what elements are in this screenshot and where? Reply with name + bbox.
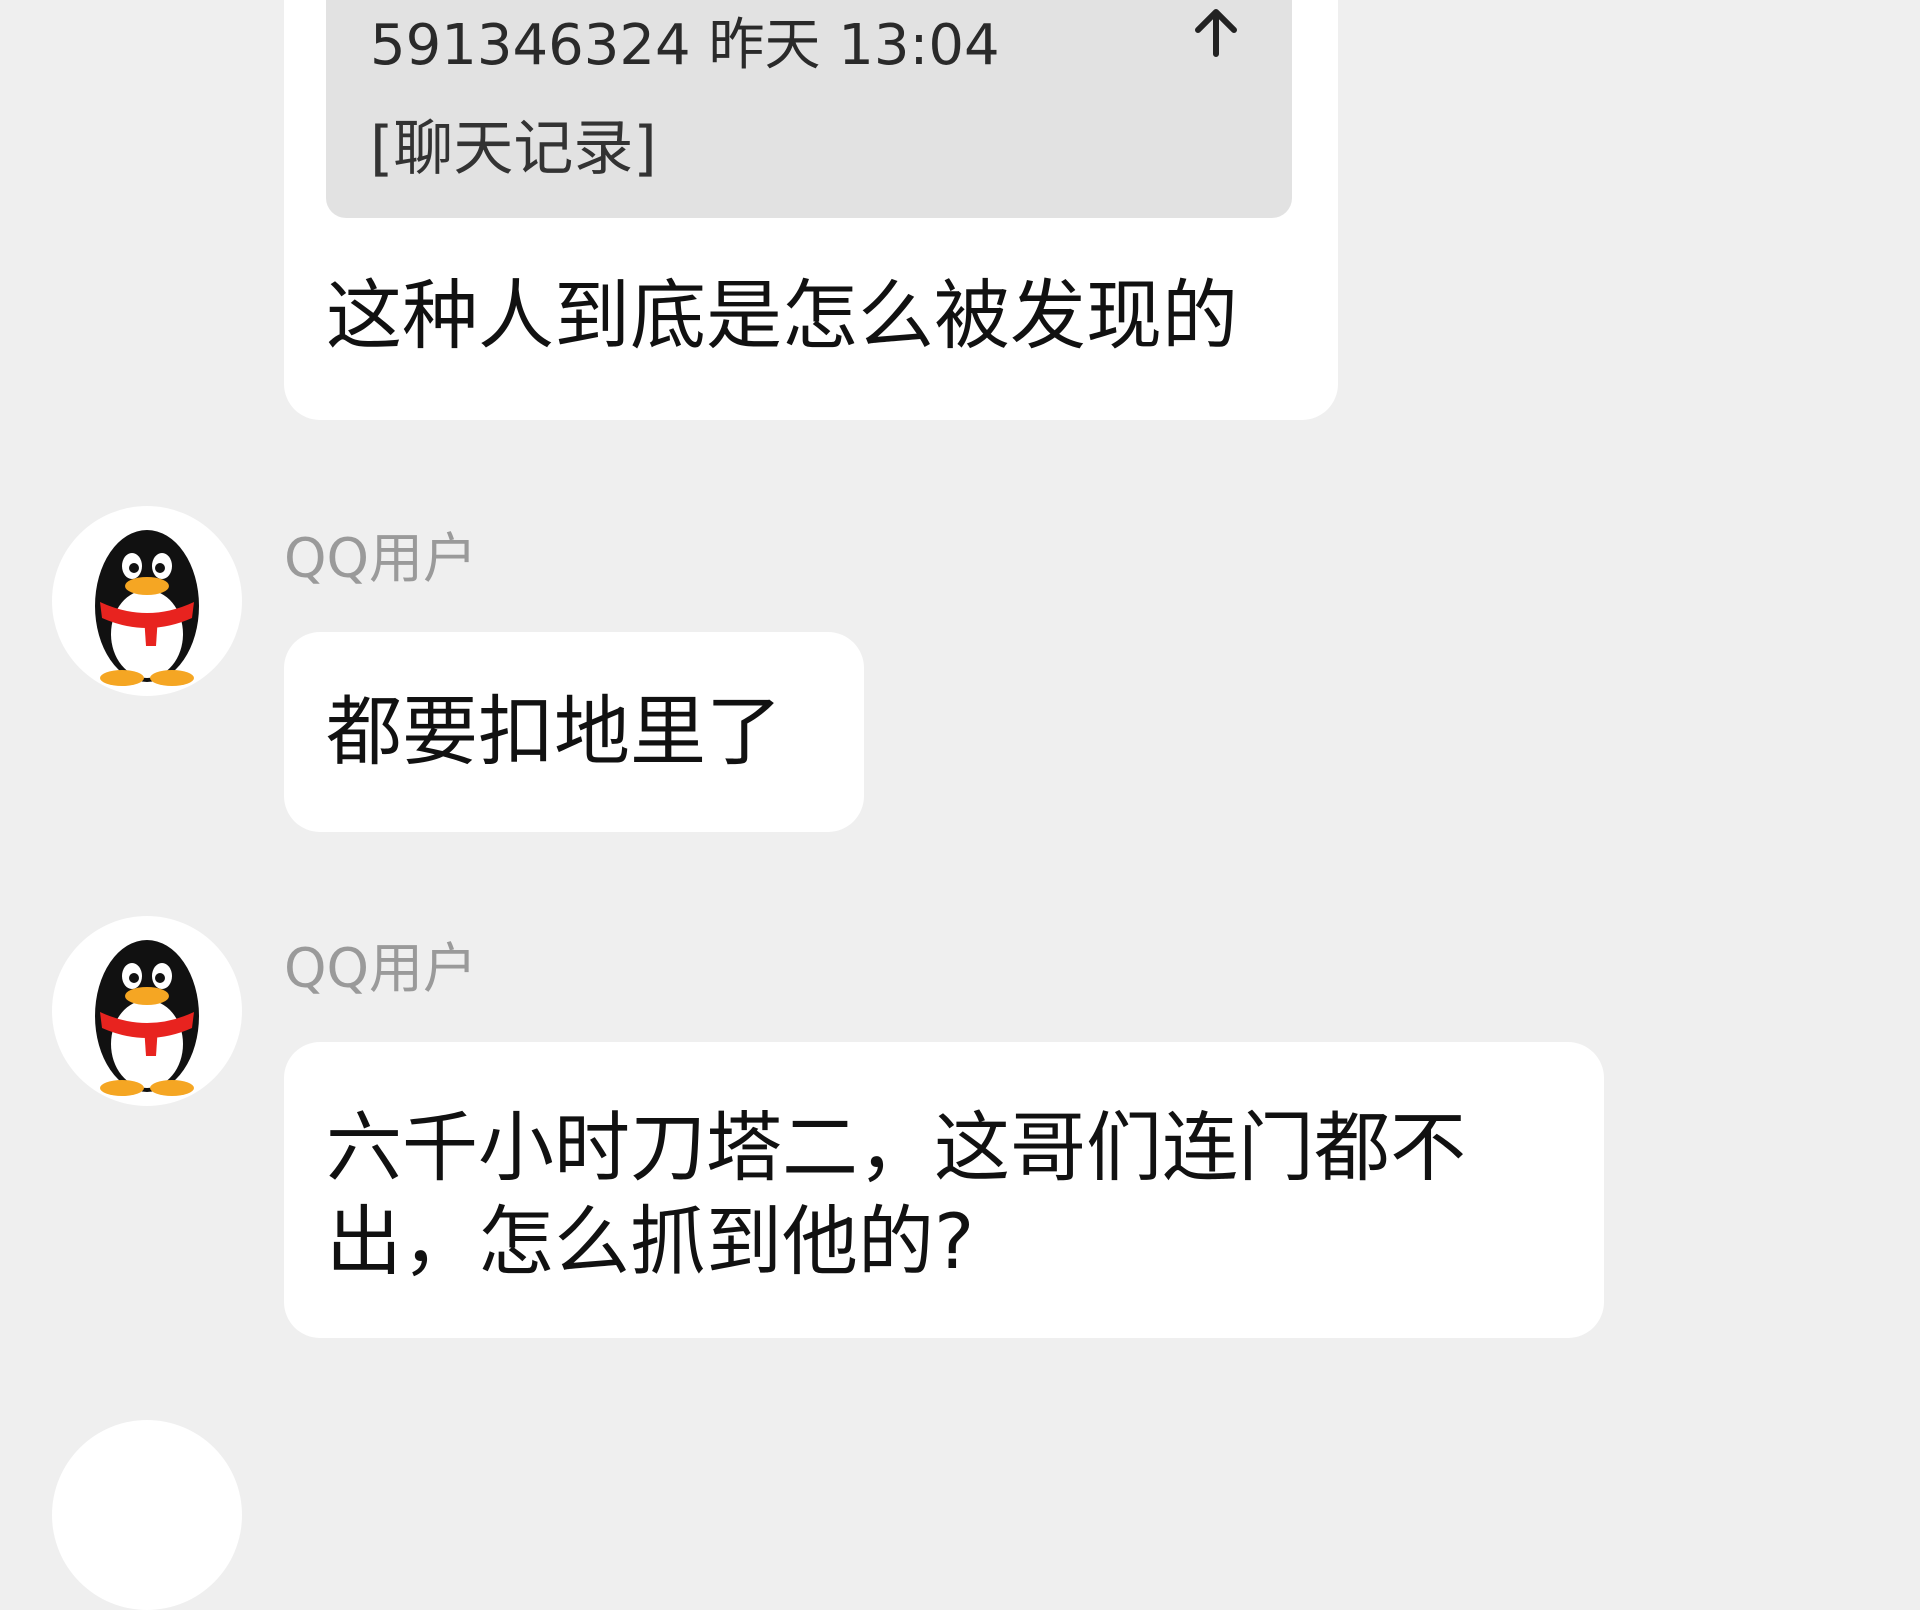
- message-bubble[interactable]: 都要扣地里了: [284, 632, 864, 832]
- qq-penguin-icon: [95, 530, 199, 686]
- avatar[interactable]: [52, 506, 242, 696]
- message-text: 都要扣地里了: [326, 687, 782, 776]
- avatar[interactable]: [52, 916, 242, 1106]
- quoted-chat-record[interactable]: 591346324 昨天 13:04 [聊天记录]: [326, 0, 1292, 218]
- message-text: 这种人到底是怎么被发现的: [326, 271, 1238, 360]
- message-text-line-2: 出，怎么抓到他的?: [326, 1197, 975, 1286]
- arrow-up-icon[interactable]: [1186, 2, 1246, 62]
- quoted-meta: 591346324 昨天 13:04: [370, 13, 1000, 78]
- sender-name: QQ用户: [284, 937, 478, 1000]
- qq-penguin-icon: [95, 940, 199, 1096]
- avatar[interactable]: [52, 1420, 242, 1610]
- message-bubble[interactable]: 六千小时刀塔二，这哥们连门都不 出，怎么抓到他的?: [284, 1042, 1604, 1338]
- message-text-line-1: 六千小时刀塔二，这哥们连门都不: [326, 1103, 1466, 1192]
- message-bubble-quoted[interactable]: 591346324 昨天 13:04 [聊天记录] 这种人到底是怎么被发现的: [284, 0, 1338, 420]
- sender-name: QQ用户: [284, 527, 478, 590]
- quoted-content: [聊天记录]: [370, 114, 657, 184]
